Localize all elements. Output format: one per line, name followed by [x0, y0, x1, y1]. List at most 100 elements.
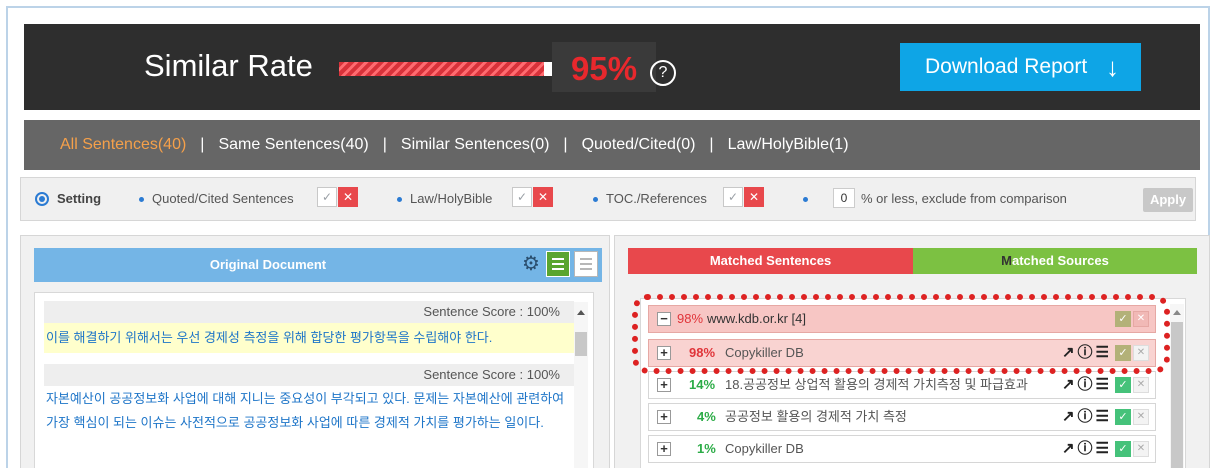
similarity-percent: 95% [571, 50, 638, 87]
tab-quoted-cited[interactable]: Quoted/Cited(0) [582, 120, 696, 170]
include-check-icon[interactable]: ✓ [1115, 441, 1131, 457]
scroll-up-icon[interactable] [577, 310, 585, 315]
toc-option: TOC./References [593, 191, 707, 206]
quoted-option: Quoted/Cited Sentences [139, 191, 294, 206]
source-group-row[interactable]: − 98% www.kdb.or.kr [4] ✓ ✕ [648, 305, 1156, 333]
quoted-exclude-button[interactable]: ✕ [338, 187, 358, 207]
source-percent: 1% [697, 441, 716, 456]
similarity-header: Similar Rate 95% ? Download Report ↓ [24, 24, 1200, 110]
tab-similar-sentences[interactable]: Similar Sentences(0) [401, 120, 550, 170]
open-link-icon[interactable]: ↗ [1062, 440, 1075, 457]
info-icon[interactable]: ⓘ [1078, 440, 1093, 457]
list-icon[interactable]: ☰ [1096, 376, 1109, 393]
sentence-score: Sentence Score : 100% [44, 301, 574, 323]
open-link-icon[interactable]: ↗ [1062, 376, 1075, 393]
tab-matched-sentences[interactable]: Matched Sentences [628, 248, 913, 274]
expand-icon[interactable]: + [657, 346, 671, 360]
sources-scrollbar[interactable] [1170, 304, 1184, 468]
source-row[interactable]: + 4% 공공정보 활용의 경제적 가치 측정 ↗ ⓘ ☰ ✓ ✕ [648, 403, 1156, 431]
source-row[interactable]: + 1% Copykiller DB ↗ ⓘ ☰ ✓ ✕ [648, 435, 1156, 463]
threshold-input[interactable]: 0 [833, 188, 855, 208]
expand-icon[interactable]: + [657, 442, 671, 456]
setting-radio-icon[interactable] [35, 192, 49, 206]
tab-matched-sources[interactable]: Matched Sources [913, 248, 1197, 274]
view-mode-text-icon[interactable] [546, 251, 570, 277]
sentence-filter-tabs: All Sentences(40) | Same Sentences(40) | Sim… [24, 120, 1200, 170]
arrow-down-icon: ↓ [1106, 52, 1119, 82]
download-report-label: Download Report [925, 55, 1088, 78]
quoted-label: Quoted/Cited Sentences [152, 191, 294, 206]
scroll-thumb[interactable] [575, 332, 587, 356]
include-check-icon[interactable]: ✓ [1115, 345, 1131, 361]
toc-exclude-button[interactable]: ✕ [744, 187, 764, 207]
law-label: Law/HolyBible [410, 191, 493, 206]
row-actions: ↗ ⓘ ☰ [1059, 344, 1109, 362]
tab-separator: | [200, 136, 205, 153]
open-link-icon[interactable]: ↗ [1062, 344, 1075, 361]
expand-icon[interactable]: + [657, 410, 671, 424]
scroll-up-icon[interactable] [1173, 310, 1181, 315]
view-mode-list-icon[interactable] [574, 251, 598, 277]
source-percent: 14% [689, 377, 716, 392]
exclude-x-icon[interactable]: ✕ [1133, 377, 1149, 393]
setting-bar: Setting Quoted/Cited Sentences ✓ ✕ Law/H… [20, 177, 1196, 221]
source-row[interactable]: + 14% 18.공공정보 상업적 활용의 경제적 가치측정 및 파급효과 ↗ ⓘ… [648, 371, 1156, 399]
include-check-icon[interactable]: ✓ [1115, 377, 1131, 393]
tab-law-holybible[interactable]: Law/HolyBible(1) [728, 120, 849, 170]
list-icon[interactable]: ☰ [1096, 408, 1109, 425]
tab-same-sentences[interactable]: Same Sentences(40) [218, 120, 368, 170]
include-check-icon[interactable]: ✓ [1115, 409, 1131, 425]
bullet-icon [593, 197, 598, 203]
source-percent: 98% [689, 345, 716, 360]
toc-check-button[interactable]: ✓ [723, 187, 743, 207]
tab-separator: | [382, 136, 387, 153]
tab-separator: | [709, 136, 714, 153]
row-actions: ↗ ⓘ ☰ [1059, 408, 1109, 426]
bullet-icon [139, 197, 144, 203]
matched-sentence[interactable]: 이를 해결하기 위해서는 우선 경제성 측정을 위해 합당한 평가항목을 수립해… [44, 323, 574, 353]
source-percent: 98% [677, 311, 704, 326]
source-name: 18.공공정보 상업적 활용의 경제적 가치측정 및 파급효과 [725, 377, 1028, 392]
list-icon[interactable]: ☰ [1096, 344, 1109, 361]
original-document-title: Original Document [34, 248, 602, 282]
threshold-suffix: % or less, exclude from comparison [861, 191, 1067, 206]
document-scrollbar[interactable] [574, 302, 588, 468]
exclude-x-icon[interactable]: ✕ [1133, 441, 1149, 457]
threshold-bullet [803, 191, 816, 206]
law-check-button[interactable]: ✓ [512, 187, 532, 207]
similar-rate-title: Similar Rate [144, 48, 313, 83]
source-name: www.kdb.or.kr [4] [707, 311, 806, 326]
exclude-x-icon[interactable]: ✕ [1133, 345, 1149, 361]
law-option: Law/HolyBible [397, 191, 492, 206]
info-icon[interactable]: ⓘ [1078, 376, 1093, 393]
tab-all-sentences[interactable]: All Sentences(40) [60, 120, 186, 170]
toc-label: TOC./References [606, 191, 707, 206]
help-icon[interactable]: ? [650, 60, 676, 86]
info-icon[interactable]: ⓘ [1078, 344, 1093, 361]
scroll-thumb[interactable] [1171, 322, 1183, 468]
tab-separator: | [563, 136, 568, 153]
similarity-progress-fill [339, 62, 545, 76]
row-actions: ↗ ⓘ ☰ [1059, 440, 1109, 458]
info-icon[interactable]: ⓘ [1078, 408, 1093, 425]
exclude-x-icon[interactable]: ✕ [1133, 409, 1149, 425]
quoted-check-button[interactable]: ✓ [317, 187, 337, 207]
matched-sentence[interactable]: 자본예산이 공공정보화 사업에 대해 지니는 중요성이 부각되고 있다. 문제는… [44, 387, 574, 457]
source-row[interactable]: + 98% Copykiller DB ↗ ⓘ ☰ ✓ ✕ [648, 339, 1156, 367]
apply-button[interactable]: Apply [1143, 188, 1193, 212]
row-actions: ↗ ⓘ ☰ [1059, 376, 1109, 394]
gear-icon[interactable]: ⚙ [520, 253, 542, 275]
law-exclude-button[interactable]: ✕ [533, 187, 553, 207]
include-check-icon[interactable]: ✓ [1115, 311, 1131, 327]
collapse-icon[interactable]: − [657, 312, 671, 326]
source-percent: 4% [697, 409, 716, 424]
open-link-icon[interactable]: ↗ [1062, 408, 1075, 425]
source-name: Copykiller DB [725, 441, 804, 456]
expand-icon[interactable]: + [657, 378, 671, 392]
download-report-button[interactable]: Download Report ↓ [900, 43, 1141, 91]
source-name: 공공정보 활용의 경제적 가치 측정 [725, 409, 907, 424]
bullet-icon [397, 197, 402, 203]
tab-sources-initial: M [1001, 253, 1012, 268]
exclude-x-icon[interactable]: ✕ [1133, 311, 1149, 327]
list-icon[interactable]: ☰ [1096, 440, 1109, 457]
